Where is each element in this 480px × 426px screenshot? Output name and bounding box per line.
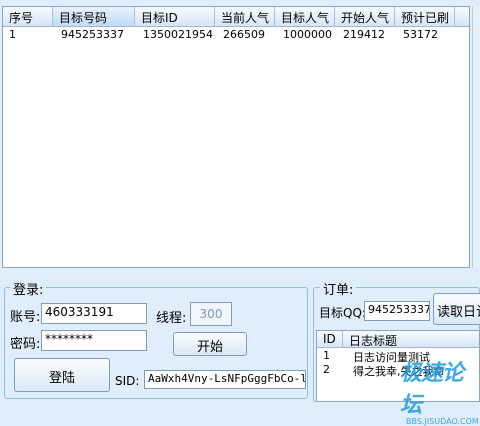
right-panel-edge <box>472 6 480 268</box>
column-header-current-popularity[interactable]: 当前人气 <box>215 7 275 27</box>
cell-estimated-done: 53172 <box>403 28 438 41</box>
cell-diary-id: 2 <box>323 363 330 376</box>
cell-target-id: 1350021954 <box>143 28 213 41</box>
column-header-diary-id[interactable]: ID <box>317 331 343 348</box>
target-qq-label: 目标QQ: <box>319 306 366 320</box>
login-legend: 登录: <box>10 279 47 298</box>
target-list-table[interactable]: 序号 目标号码 目标ID 当前人气 目标人气 开始人气 预计已刷 1 94525… <box>2 6 470 268</box>
threads-input[interactable]: 300 <box>190 302 232 326</box>
password-input[interactable]: ******** <box>41 330 147 351</box>
cell-target-popularity: 1000000 <box>283 28 332 41</box>
column-header-index[interactable]: 序号 <box>3 7 53 27</box>
column-header-start-popularity[interactable]: 开始人气 <box>335 7 395 27</box>
column-header-diary-title[interactable]: 日志标题 <box>343 331 479 348</box>
account-label: 账号: <box>10 310 41 325</box>
column-header-target-number[interactable]: 目标号码 <box>53 7 135 27</box>
column-header-target-id[interactable]: 目标ID <box>135 7 215 27</box>
cell-current-popularity: 266509 <box>223 28 265 41</box>
sid-input[interactable]: AaWxh4Vny-LsNFpGggFbCo-l <box>144 370 306 389</box>
forum-watermark: 极速论坛 BBS.JISUDAO.COM <box>400 355 480 426</box>
cell-target-number: 945253337 <box>61 28 124 41</box>
cell-start-popularity: 219412 <box>343 28 385 41</box>
threads-label: 线程: <box>156 311 187 326</box>
column-header-target-popularity[interactable]: 目标人气 <box>275 7 335 27</box>
cell-diary-id: 1 <box>323 349 330 362</box>
watermark-url: BBS.JISUDAO.COM <box>406 417 479 426</box>
start-button[interactable]: 开始 <box>173 332 247 356</box>
watermark-text: 极速论坛 <box>400 361 464 418</box>
login-button[interactable]: 登陆 <box>14 358 110 392</box>
target-qq-input[interactable]: 945253337 <box>364 301 430 321</box>
read-diary-button[interactable]: 读取日记 <box>433 293 480 325</box>
sid-label: SID: <box>115 374 140 388</box>
password-label: 密码: <box>10 337 41 352</box>
cell-index: 1 <box>9 28 16 41</box>
order-legend: 订单: <box>320 279 357 298</box>
account-input[interactable]: 460333191 <box>41 303 147 324</box>
column-header-estimated-done[interactable]: 预计已刷 <box>395 7 455 27</box>
column-header-filler <box>455 7 469 27</box>
